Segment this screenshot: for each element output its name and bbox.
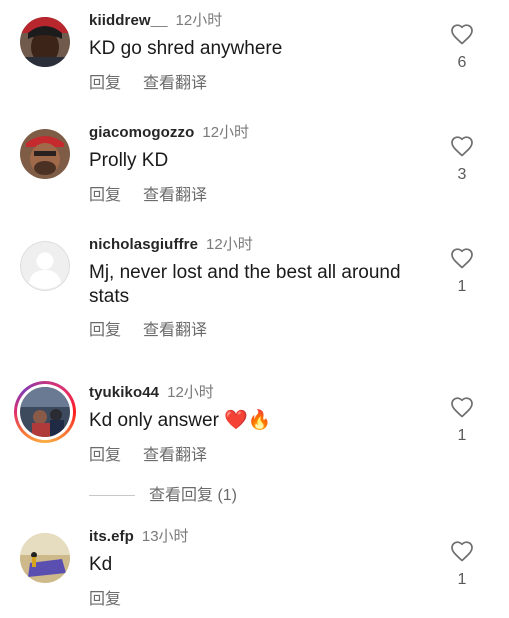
like-count: 1	[457, 571, 467, 588]
like-button[interactable]: 1	[448, 396, 476, 445]
comment-text: Prolly KD	[89, 150, 169, 171]
avatar[interactable]	[20, 533, 70, 583]
story-ring-avatar[interactable]	[14, 381, 76, 443]
username[interactable]: tyukiko44	[89, 384, 159, 401]
timestamp: 12小时	[175, 12, 223, 29]
fire-emoji: 🔥	[247, 410, 272, 431]
comment-text: Kd only answer ❤️🔥	[89, 409, 429, 433]
comment-text: Kd	[89, 554, 113, 575]
like-button[interactable]: 6	[448, 23, 476, 72]
like-count: 1	[457, 278, 467, 295]
heart-outline-icon[interactable]	[450, 540, 474, 562]
comment-text-body: Kd only answer	[89, 410, 219, 431]
view-replies-button[interactable]: 查看回复 (1)	[89, 481, 237, 505]
heart-outline-icon[interactable]	[450, 396, 474, 418]
translate-button[interactable]: 查看翻译	[143, 447, 207, 464]
comment-actions: 回复 查看翻译	[89, 181, 207, 205]
comment-header: giacomogozzo 12小时	[89, 121, 249, 142]
translate-button[interactable]: 查看翻译	[143, 187, 207, 204]
reply-button[interactable]: 回复	[89, 75, 121, 92]
default-avatar-icon[interactable]	[20, 241, 70, 291]
comment-actions: 回复 查看翻译	[89, 441, 207, 465]
username[interactable]: giacomogozzo	[89, 124, 194, 141]
translate-button[interactable]: 查看翻译	[143, 75, 207, 92]
comment-header: its.efp 13小时	[89, 525, 189, 546]
like-button[interactable]: 1	[448, 540, 476, 589]
like-count: 1	[457, 427, 467, 444]
timestamp: 13小时	[141, 528, 189, 545]
reply-button[interactable]: 回复	[89, 447, 121, 464]
timestamp: 12小时	[206, 236, 253, 253]
heart-outline-icon[interactable]	[450, 247, 474, 269]
like-button[interactable]: 1	[448, 247, 476, 296]
comment-header: tyukiko44 12小时	[89, 381, 214, 402]
view-replies-label: 查看回复 (1)	[149, 487, 238, 504]
comment-actions: 回复 查看翻译	[89, 69, 207, 93]
heart-outline-icon[interactable]	[450, 135, 474, 157]
avatar[interactable]	[20, 129, 70, 179]
like-button[interactable]: 3	[448, 135, 476, 184]
avatar[interactable]	[20, 17, 70, 67]
like-count: 3	[457, 166, 467, 183]
divider-line	[89, 495, 135, 497]
comment-header: kiiddrew__ 12小时	[89, 9, 222, 30]
username[interactable]: kiiddrew__	[89, 12, 168, 29]
username[interactable]: nicholasgiuffre	[89, 236, 198, 253]
like-count: 6	[457, 54, 467, 71]
heart-outline-icon[interactable]	[450, 23, 474, 45]
avatar	[20, 387, 70, 437]
comment-text: Mj, never lost and the best all around s…	[89, 262, 401, 307]
comment-actions: 回复 查看翻译	[89, 316, 207, 340]
reply-button[interactable]: 回复	[89, 187, 121, 204]
timestamp: 12小时	[167, 384, 214, 401]
comment-actions: 回复	[89, 585, 121, 609]
timestamp: 12小时	[202, 124, 250, 141]
reply-button[interactable]: 回复	[89, 322, 121, 339]
comment-header: nicholasgiuffre 12小时	[89, 233, 253, 254]
heart-emoji: ❤️	[224, 410, 248, 431]
username[interactable]: its.efp	[89, 528, 134, 545]
comment-text: KD go shred anywhere	[89, 38, 283, 59]
reply-button[interactable]: 回复	[89, 591, 121, 608]
translate-button[interactable]: 查看翻译	[143, 322, 207, 339]
